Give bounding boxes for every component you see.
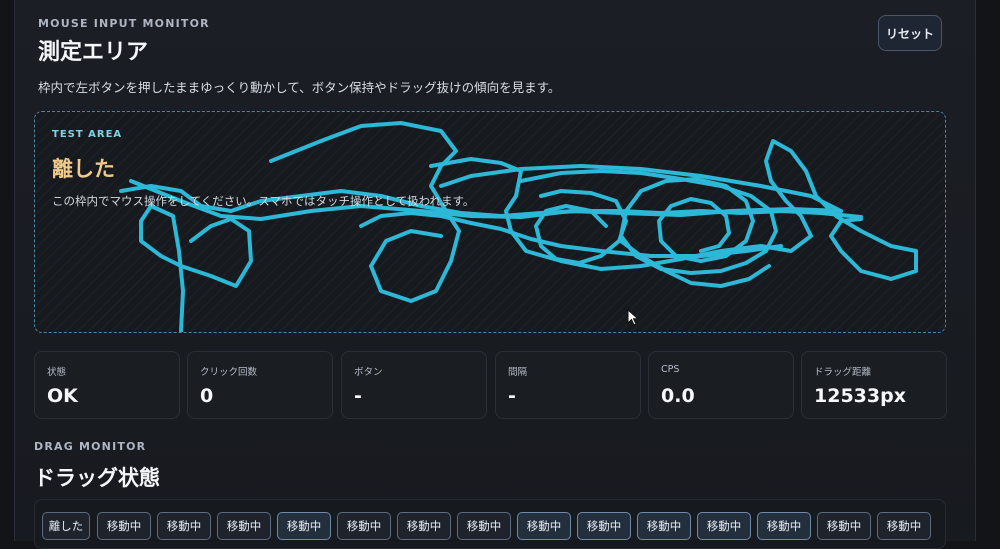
drag-event-chip: 移動中 [877,512,931,540]
stat-label: ボタン [354,367,383,378]
stat-card-click-count: クリック回数 0 [187,351,333,419]
drag-event-chip: 離した [42,512,90,540]
stat-label: CPS [661,364,680,375]
stat-label: クリック回数 [200,367,258,378]
drag-monitor-title: ドラッグ状態 [34,466,160,490]
drag-event-log: 離した 移動中 移動中 移動中 移動中 移動中 移動中 移動中 移動中 移動中 … [34,499,946,549]
drag-event-chip: 移動中 [697,512,751,540]
drag-event-chip: 移動中 [337,512,391,540]
stat-value: OK [47,385,78,407]
stat-card-cps: CPS 0.0 [648,351,794,419]
drag-event-chip: 移動中 [757,512,811,540]
drag-event-chip: 移動中 [817,512,871,540]
drag-event-chip: 移動中 [637,512,691,540]
stat-card-interval: 間隔 - [495,351,641,419]
stat-label: ドラッグ距離 [814,367,872,378]
stat-value: - [354,385,362,407]
drag-event-chip: 移動中 [217,512,271,540]
stat-card-drag-distance: ドラッグ距離 12533px [801,351,947,419]
stat-label: 状態 [47,367,67,378]
test-area-state: 離した [52,157,115,181]
page-description: 枠内で左ボタンを押したままゆっくり動かして、ボタン保持やドラッグ抜けの傾向を見ま… [38,80,561,95]
reset-button[interactable]: リセット [878,15,942,51]
drag-event-chip: 移動中 [397,512,451,540]
stat-card-status: 状態 OK [34,351,180,419]
pointer-cursor-icon [627,309,640,326]
section-overline: MOUSE INPUT MONITOR [38,17,210,30]
page-title: 測定エリア [38,40,149,65]
test-area[interactable]: TEST AREA 離した この枠内でマウス操作をしてください。スマホではタッチ… [34,111,946,333]
stat-card-button: ボタン - [341,351,487,419]
stat-value: 0.0 [661,385,695,407]
test-area-hint: この枠内でマウス操作をしてください。スマホではタッチ操作として扱われます。 [52,194,475,208]
drag-monitor-overline: DRAG MONITOR [34,440,147,453]
stat-value: - [508,385,516,407]
test-area-label: TEST AREA [52,129,123,140]
stat-value: 0 [200,385,214,407]
mouse-trail [119,121,918,332]
drag-event-chip: 移動中 [157,512,211,540]
stat-label: 間隔 [508,367,528,378]
drag-event-chip: 移動中 [577,512,631,540]
stat-value: 12533px [814,385,906,407]
drag-event-chip: 移動中 [457,512,511,540]
drag-event-chip: 移動中 [277,512,331,540]
drag-event-chip: 移動中 [97,512,151,540]
drag-event-chip: 移動中 [517,512,571,540]
